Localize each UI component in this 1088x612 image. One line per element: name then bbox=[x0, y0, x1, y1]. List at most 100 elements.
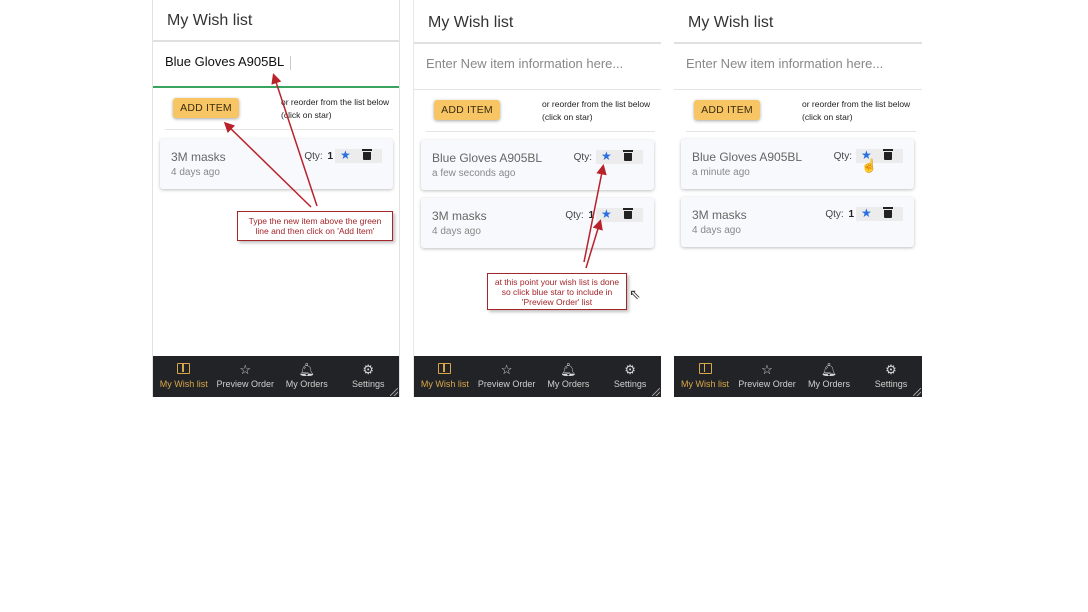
reorder-hint: or reorder from the list below (click on… bbox=[281, 97, 390, 120]
item-name: 3M masks bbox=[692, 208, 747, 222]
list-item[interactable]: 3M masks 4 days ago Qty: 1 ★ bbox=[681, 197, 914, 247]
reorder-hint: or reorder from the list below (click on… bbox=[542, 99, 651, 122]
qty-value: 1 bbox=[588, 210, 594, 221]
nav-my-orders[interactable]: 🔔︎ My Orders bbox=[798, 356, 860, 397]
item-name: 3M masks bbox=[171, 150, 226, 164]
item-actions: ★ bbox=[596, 148, 643, 164]
action-row: ADD ITEM or reorder from the list below … bbox=[165, 88, 393, 130]
item-time: a few seconds ago bbox=[432, 168, 516, 179]
nav-label: My Orders bbox=[285, 379, 328, 389]
wishlist-panel-step1: My Wish list Blue Gloves A905BL ADD ITEM… bbox=[152, 0, 400, 397]
resize-handle[interactable] bbox=[652, 388, 660, 396]
nav-label: Preview Order bbox=[738, 379, 796, 389]
text-caret bbox=[290, 55, 292, 70]
instruction-callout: at this point your wish list is done so … bbox=[487, 273, 627, 310]
nav-preview-order[interactable]: ☆ Preview Order bbox=[736, 356, 798, 397]
item-qty: Qty: bbox=[574, 152, 594, 163]
item-name: 3M masks bbox=[432, 209, 487, 223]
nav-my-wish-list[interactable]: My Wish list bbox=[414, 356, 476, 397]
reorder-hint: or reorder from the list below (click on… bbox=[802, 99, 911, 122]
bottom-nav: My Wish list ☆ Preview Order 🔔︎ My Order… bbox=[153, 356, 399, 397]
item-qty: Qty: 1 bbox=[565, 210, 594, 221]
item-actions: ★ bbox=[856, 205, 903, 221]
list-item[interactable]: 3M masks 4 days ago Qty: 1 ★ bbox=[160, 139, 393, 189]
trash-icon[interactable] bbox=[362, 149, 372, 160]
new-item-input[interactable]: Enter New item information here... bbox=[674, 44, 922, 90]
list-item[interactable]: Blue Gloves A905BL a minute ago Qty: ★ bbox=[681, 139, 914, 189]
wishlist-panel-step2: My Wish list Enter New item information … bbox=[413, 0, 661, 397]
nav-label: My Wish list bbox=[681, 379, 729, 389]
bottom-nav: My Wish list ☆ Preview Order 🔔︎ My Order… bbox=[674, 356, 922, 397]
item-name: Blue Gloves A905BL bbox=[432, 151, 543, 165]
trash-icon[interactable] bbox=[883, 149, 893, 160]
nav-my-wish-list[interactable]: My Wish list bbox=[153, 356, 215, 397]
star-icon[interactable]: ★ bbox=[601, 206, 612, 222]
star-icon[interactable]: ★ bbox=[861, 205, 872, 221]
qty-label: Qty: bbox=[304, 151, 323, 162]
star-outline-icon: ☆ bbox=[500, 362, 513, 377]
hand-pointer-icon: ☝ bbox=[861, 158, 878, 173]
item-actions: ★ bbox=[596, 206, 643, 222]
qty-value: 1 bbox=[848, 209, 854, 220]
nav-my-wish-list[interactable]: My Wish list bbox=[674, 356, 736, 397]
item-qty: Qty: 1 bbox=[825, 209, 854, 220]
new-item-input-value: Blue Gloves A905BL bbox=[165, 54, 285, 69]
page-title: My Wish list bbox=[674, 0, 922, 44]
instruction-callout: Type the new item above the green line a… bbox=[237, 211, 393, 241]
gear-icon: ⚙ bbox=[885, 362, 897, 377]
nav-my-orders[interactable]: 🔔︎ My Orders bbox=[276, 356, 338, 397]
add-item-button[interactable]: ADD ITEM bbox=[173, 98, 239, 118]
nav-preview-order[interactable]: ☆ Preview Order bbox=[476, 356, 538, 397]
page-title: My Wish list bbox=[414, 0, 661, 44]
item-actions: ★ bbox=[335, 147, 382, 163]
action-row: ADD ITEM or reorder from the list below … bbox=[686, 90, 916, 132]
list-item[interactable]: Blue Gloves A905BL a few seconds ago Qty… bbox=[421, 140, 654, 190]
item-qty: Qty: bbox=[834, 151, 854, 162]
trash-icon[interactable] bbox=[883, 207, 893, 218]
resize-handle[interactable] bbox=[390, 388, 398, 396]
qty-label: Qty: bbox=[833, 151, 852, 162]
add-item-button[interactable]: ADD ITEM bbox=[694, 100, 760, 120]
nav-my-orders[interactable]: 🔔︎ My Orders bbox=[538, 356, 600, 397]
wishlist-panel-step3: My Wish list Enter New item information … bbox=[674, 0, 922, 397]
new-item-input-placeholder: Enter New item information here... bbox=[686, 56, 884, 71]
new-item-input-placeholder: Enter New item information here... bbox=[426, 56, 624, 71]
wishlist-book-icon bbox=[153, 363, 215, 377]
item-qty: Qty: 1 bbox=[304, 151, 333, 162]
star-icon[interactable]: ★ bbox=[601, 148, 612, 164]
bell-icon: 🔔︎ bbox=[298, 362, 315, 377]
star-icon[interactable]: ★ bbox=[340, 147, 351, 163]
bottom-nav: My Wish list ☆ Preview Order 🔔︎ My Order… bbox=[414, 356, 661, 397]
nav-label: Preview Order bbox=[477, 379, 536, 389]
mouse-pointer-icon: ⇖ bbox=[629, 286, 641, 302]
bell-icon: 🔔︎ bbox=[820, 362, 838, 377]
new-item-input[interactable]: Blue Gloves A905BL bbox=[153, 42, 399, 88]
nav-label: My Orders bbox=[547, 379, 590, 389]
nav-preview-order[interactable]: ☆ Preview Order bbox=[215, 356, 277, 397]
wishlist-book-icon bbox=[674, 363, 736, 377]
new-item-input[interactable]: Enter New item information here... bbox=[414, 44, 661, 90]
action-row: ADD ITEM or reorder from the list below … bbox=[426, 90, 655, 132]
gear-icon: ⚙ bbox=[624, 362, 636, 377]
qty-label: Qty: bbox=[573, 152, 592, 163]
item-time: a minute ago bbox=[692, 167, 750, 178]
item-time: 4 days ago bbox=[432, 226, 481, 237]
wishlist-book-icon bbox=[414, 363, 476, 377]
qty-label: Qty: bbox=[565, 210, 584, 221]
page-title: My Wish list bbox=[153, 0, 399, 42]
item-time: 4 days ago bbox=[171, 167, 220, 178]
qty-value: 1 bbox=[327, 151, 333, 162]
gear-icon: ⚙ bbox=[362, 362, 375, 377]
trash-icon[interactable] bbox=[623, 208, 633, 219]
item-time: 4 days ago bbox=[692, 225, 741, 236]
nav-label: My Orders bbox=[807, 379, 850, 389]
trash-icon[interactable] bbox=[623, 150, 633, 161]
star-outline-icon: ☆ bbox=[239, 362, 252, 377]
nav-label: My Wish list bbox=[159, 379, 208, 389]
nav-label: Preview Order bbox=[216, 379, 274, 389]
qty-label: Qty: bbox=[825, 209, 844, 220]
add-item-button[interactable]: ADD ITEM bbox=[434, 100, 500, 120]
list-item[interactable]: 3M masks 4 days ago Qty: 1 ★ bbox=[421, 198, 654, 248]
nav-label: My Wish list bbox=[420, 379, 469, 389]
resize-handle[interactable] bbox=[913, 388, 921, 396]
